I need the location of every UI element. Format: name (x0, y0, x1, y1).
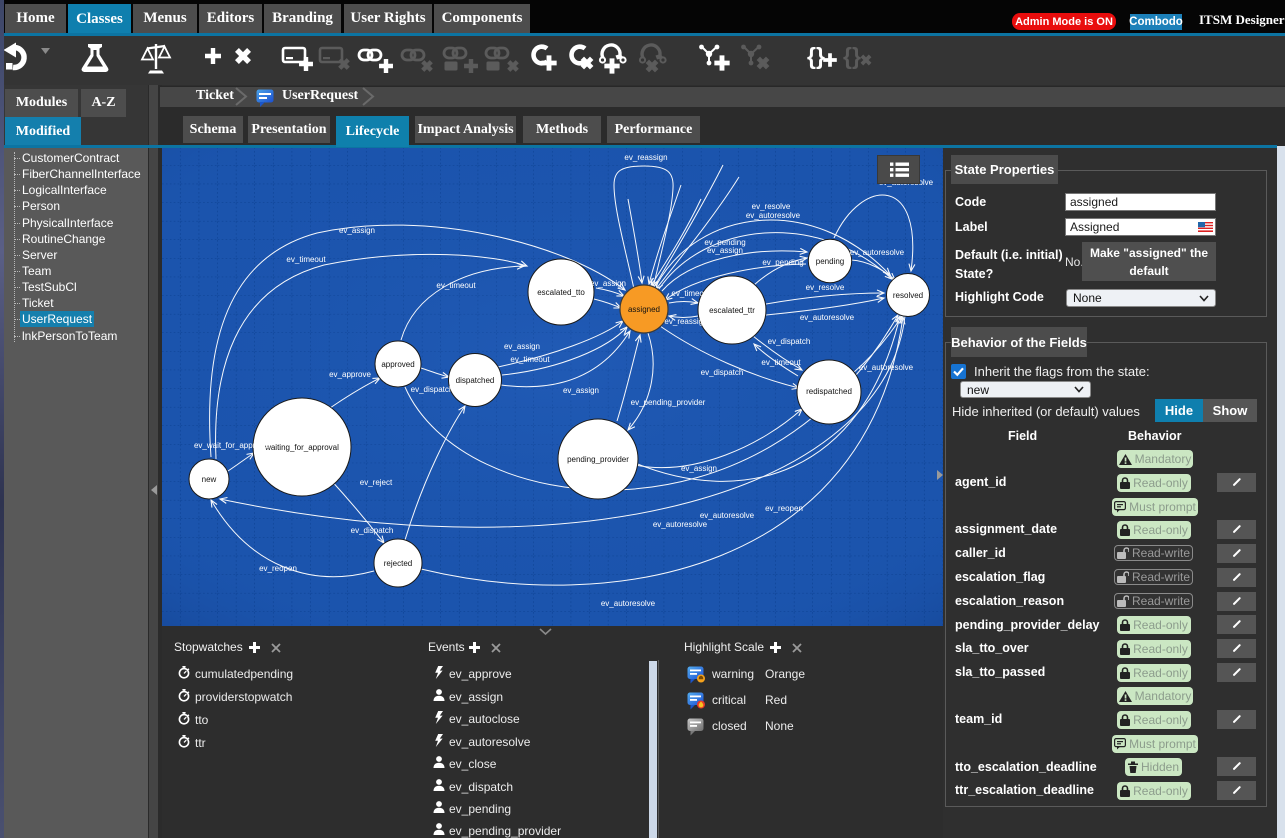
svg-text:ev_assign: ev_assign (590, 279, 626, 288)
svg-text:ev_resolve: ev_resolve (806, 283, 845, 292)
svg-text:assigned: assigned (628, 305, 660, 314)
svg-text:ev_assign: ev_assign (707, 246, 743, 255)
svg-text:approved: approved (381, 360, 414, 369)
svg-text:ev_autoresolve: ev_autoresolve (800, 313, 855, 322)
svg-text:waiting_for_approval: waiting_for_approval (264, 443, 339, 452)
svg-text:ev_autoresolve: ev_autoresolve (700, 511, 755, 520)
svg-text:ev_autoresolve: ev_autoresolve (850, 248, 905, 257)
svg-text:rejected: rejected (384, 559, 412, 568)
svg-text:ev_reopen: ev_reopen (765, 504, 803, 513)
svg-text:ev_assign: ev_assign (563, 386, 599, 395)
svg-text:ev_autoresolve: ev_autoresolve (746, 211, 801, 220)
svg-text:ev_dispatch: ev_dispatch (351, 526, 394, 535)
svg-text:dispatched: dispatched (456, 376, 495, 385)
svg-text:escalated_tto: escalated_tto (537, 288, 585, 297)
svg-text:ev_assign: ev_assign (681, 464, 717, 473)
svg-text:{}: {} (843, 43, 861, 69)
svg-text:ev_timeout: ev_timeout (671, 289, 711, 298)
svg-text:ev_timeout: ev_timeout (510, 355, 550, 364)
svg-text:ev_approve: ev_approve (329, 370, 371, 379)
svg-text:ev_timeout: ev_timeout (761, 358, 801, 367)
svg-text:ev_autoresolve: ev_autoresolve (601, 599, 656, 608)
svg-text:ev_assign: ev_assign (504, 342, 540, 351)
svg-text:pending_provider: pending_provider (567, 455, 629, 464)
svg-text:redispatched: redispatched (806, 387, 852, 396)
svg-text:ev_assign: ev_assign (339, 226, 375, 235)
svg-text:ev_timeout: ev_timeout (436, 281, 476, 290)
svg-text:ev_reassign: ev_reassign (624, 153, 667, 162)
svg-text:ev_dispatch: ev_dispatch (768, 337, 811, 346)
svg-text:ev_dispatch: ev_dispatch (411, 385, 454, 394)
svg-text:new: new (202, 475, 217, 484)
svg-text:resolved: resolved (893, 291, 923, 300)
svg-text:ev_wait_for_approval: ev_wait_for_approval (194, 441, 270, 450)
svg-text:ev_reopen: ev_reopen (259, 564, 297, 573)
svg-text:ev_autoresolve: ev_autoresolve (653, 520, 708, 529)
svg-text:ev_pending_provider: ev_pending_provider (631, 398, 706, 407)
svg-text:ev_dispatch: ev_dispatch (701, 368, 744, 377)
svg-text:ev_timeout: ev_timeout (286, 255, 326, 264)
svg-text:ev_reassign: ev_reassign (664, 317, 707, 326)
svg-text:ev_pending: ev_pending (762, 258, 803, 267)
svg-text:{}: {} (807, 43, 825, 69)
svg-text:escalated_ttr: escalated_ttr (709, 306, 755, 315)
svg-text:pending: pending (816, 257, 844, 266)
svg-text:ev_reject: ev_reject (360, 478, 393, 487)
svg-text:ev_resolve: ev_resolve (752, 202, 791, 211)
svg-text:ev_autoresolve: ev_autoresolve (859, 363, 914, 372)
